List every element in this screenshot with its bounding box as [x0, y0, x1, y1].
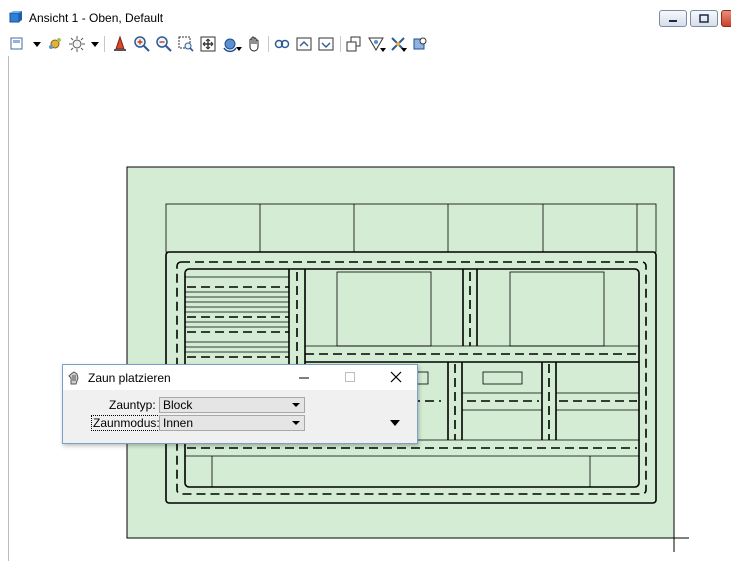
fence-tool-icon: [68, 371, 79, 385]
clip-volume-icon[interactable]: [345, 35, 363, 53]
chevron-down-icon[interactable]: [33, 42, 41, 47]
place-fence-dialog[interactable]: Zaun platzieren Zauntyp: Block Zaunmodus…: [62, 364, 418, 444]
toolbar-separator: [104, 36, 105, 52]
drawing-viewport[interactable]: [8, 56, 731, 561]
minimize-icon: [669, 20, 677, 22]
pan-view-icon[interactable]: [245, 35, 263, 53]
view-toolbar: [0, 32, 731, 56]
update-view-icon[interactable]: [111, 35, 129, 53]
window-area-icon[interactable]: [177, 35, 195, 53]
chevron-down-icon: [292, 421, 300, 425]
view-next-icon[interactable]: [295, 35, 313, 53]
chevron-down-icon[interactable]: [236, 47, 242, 51]
fence-type-value: Block: [163, 398, 193, 412]
zoom-in-icon[interactable]: [133, 35, 151, 53]
fit-view-icon[interactable]: [199, 35, 217, 53]
chevron-down-icon[interactable]: [380, 48, 386, 52]
view-cube-icon: [9, 11, 22, 23]
fence-mode-value: Innen: [163, 416, 194, 430]
close-icon[interactable]: [388, 369, 404, 385]
dialog-title: Zaun platzieren: [88, 371, 171, 385]
dialog-titlebar[interactable]: Zaun platzieren: [63, 365, 417, 390]
view-previous-icon[interactable]: [273, 35, 291, 53]
window-titlebar[interactable]: Ansicht 1 - Oben, Default: [0, 0, 731, 33]
change-view-perspective-icon[interactable]: [410, 35, 428, 53]
minimize-icon[interactable]: [296, 369, 312, 385]
maximize-icon[interactable]: [342, 369, 358, 385]
view-attributes-icon[interactable]: [9, 35, 27, 53]
window-title: Ansicht 1 - Oben, Default: [29, 11, 164, 25]
floor-plan-drawing[interactable]: [9, 56, 731, 561]
chevron-down-icon: [292, 403, 300, 407]
toolbar-separator: [268, 36, 269, 52]
drawing-sheet: [126, 166, 675, 539]
fence-mode-label: Zaunmodus:: [91, 415, 162, 431]
fence-type-select[interactable]: Block: [159, 397, 305, 413]
copy-view-icon[interactable]: [317, 35, 335, 53]
expand-dialog-icon[interactable]: [390, 420, 400, 426]
close-button[interactable]: [721, 10, 731, 27]
view-display-style-icon[interactable]: [46, 35, 64, 53]
chevron-down-icon[interactable]: [401, 48, 407, 52]
fence-type-label: Zauntyp:: [109, 398, 156, 412]
maximize-icon: [699, 14, 709, 23]
minimize-button[interactable]: [659, 10, 687, 27]
fence-mode-select[interactable]: Innen: [159, 415, 305, 431]
maximize-button[interactable]: [690, 10, 718, 27]
toolbar-separator: [340, 36, 341, 52]
chevron-down-icon[interactable]: [91, 42, 99, 47]
zoom-out-icon[interactable]: [155, 35, 173, 53]
render-icon[interactable]: [68, 35, 86, 53]
